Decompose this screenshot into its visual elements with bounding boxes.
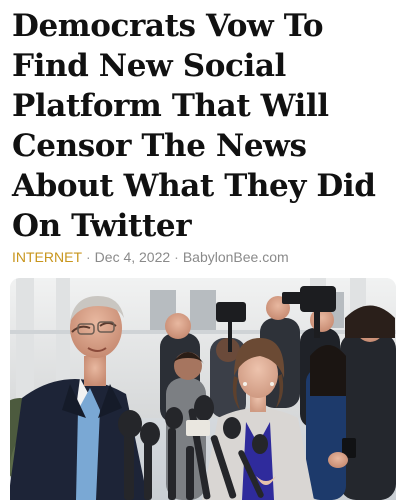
article-meta: INTERNET · Dec 4, 2022 · BabylonBee.com [12, 248, 289, 266]
headline-line: Find New Social [12, 48, 286, 84]
category-link[interactable]: INTERNET [12, 249, 82, 265]
headline-line: On Twitter [12, 208, 192, 244]
article-photo[interactable] [10, 278, 396, 500]
article-headline[interactable]: Democrats Vow To Find New Social Platfor… [12, 6, 402, 246]
meta-separator: · [86, 249, 91, 265]
headline-line: About What They Did [12, 168, 376, 204]
headline-line: Democrats Vow To [12, 8, 324, 44]
article-source: BabylonBee.com [182, 249, 289, 265]
headline-line: Censor The News [12, 128, 307, 164]
article-date: Dec 4, 2022 [94, 249, 171, 265]
press-conference-photo [10, 278, 396, 500]
headline-line: Platform That Will [12, 88, 329, 124]
meta-separator: · [174, 249, 179, 265]
